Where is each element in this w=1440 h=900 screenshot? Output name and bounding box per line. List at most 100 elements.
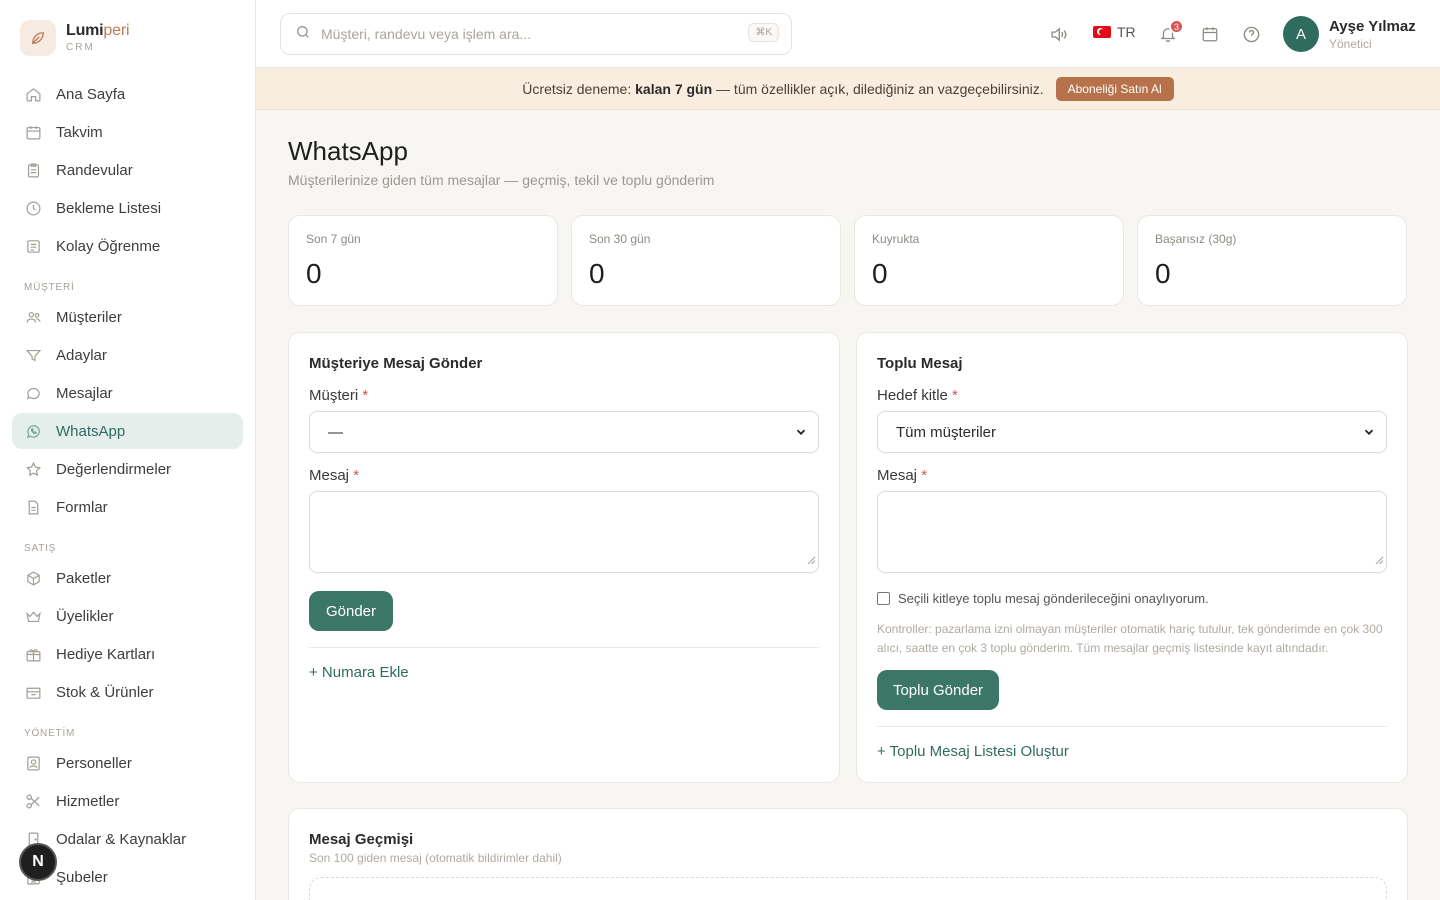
avatar[interactable]: A <box>1283 16 1319 52</box>
confirm-row[interactable]: Seçili kitleye toplu mesaj gönderileceği… <box>877 591 1209 606</box>
sidebar-item-personeller[interactable]: Personeller <box>12 745 243 781</box>
sidebar-item-bekleme-listesi[interactable]: Bekleme Listesi <box>12 190 243 226</box>
stat-value: 0 <box>589 258 605 289</box>
stat-label: Son 30 gün <box>589 232 651 246</box>
brand[interactable]: Lumiperi CRM <box>20 20 130 56</box>
stat-card-30-days: Son 30 gün 0 <box>571 215 841 306</box>
section-label-satis: SATIŞ <box>24 543 57 554</box>
chevron-down-icon <box>794 425 808 443</box>
sidebar-item-label: Şubeler <box>56 868 108 886</box>
sidebar-item-label: Paketler <box>56 569 112 587</box>
bulk-send-button[interactable]: Toplu Gönder <box>877 670 999 710</box>
history-subtitle: Son 100 giden mesaj (otomatik bildirimle… <box>309 851 562 865</box>
sidebar-item-label: Odalar & Kaynaklar <box>56 830 187 848</box>
sidebar-item-hediye-kartlari[interactable]: Hediye Kartları <box>12 636 243 672</box>
confirm-checkbox[interactable] <box>877 592 890 605</box>
sidebar-item-paketler[interactable]: Paketler <box>12 560 243 596</box>
speaker-icon[interactable] <box>1048 24 1068 44</box>
create-bulk-list-link[interactable]: + Toplu Mesaj Listesi Oluştur <box>877 743 1069 760</box>
sidebar-item-randevular[interactable]: Randevular <box>12 152 243 188</box>
bulk-message-textarea[interactable] <box>877 491 1387 573</box>
stat-label: Başarısız (30g) <box>1155 232 1237 246</box>
document-icon <box>24 498 42 516</box>
divider <box>309 647 819 648</box>
search-input[interactable] <box>321 26 741 42</box>
search-box[interactable]: ⌘K <box>280 13 792 55</box>
resize-grip-icon[interactable] <box>807 552 816 570</box>
audience-select[interactable]: Tüm müşteriler <box>877 411 1387 453</box>
sidebar-item-whatsapp[interactable]: WhatsApp <box>12 413 243 449</box>
stat-label: Kuyrukta <box>872 232 920 246</box>
gift-card-icon <box>24 645 42 663</box>
calendar-icon <box>24 123 42 141</box>
buy-subscription-button[interactable]: Aboneliği Satın Al <box>1055 76 1174 101</box>
stat-card-queued: Kuyrukta 0 <box>854 215 1124 306</box>
box-icon <box>24 683 42 701</box>
resize-grip-icon[interactable] <box>1375 552 1384 570</box>
sidebar-item-formlar[interactable]: Formlar <box>12 489 243 525</box>
sidebar-item-label: Üyelikler <box>56 607 114 625</box>
users-icon <box>24 308 42 326</box>
sidebar-item-label: Mesajlar <box>56 384 113 402</box>
divider <box>877 726 1387 727</box>
customer-select[interactable]: — <box>309 411 819 453</box>
message-field-label: Mesaj * <box>309 467 360 484</box>
home-icon <box>24 85 42 103</box>
sidebar-item-label: Personeller <box>56 754 132 772</box>
crown-icon <box>24 607 42 625</box>
section-label-musteri: MÜŞTERİ <box>24 282 75 293</box>
stat-value: 0 <box>1155 258 1171 289</box>
user-name[interactable]: Ayşe Yılmaz <box>1329 18 1416 35</box>
sidebar-item-uyelikler[interactable]: Üyelikler <box>12 598 243 634</box>
audience-select-value: Tüm müşteriler <box>896 423 997 441</box>
sidebar-item-ana-sayfa[interactable]: Ana Sayfa <box>12 76 243 112</box>
sidebar-item-label: Müşteriler <box>56 308 122 326</box>
send-button[interactable]: Gönder <box>309 591 393 631</box>
bell-icon[interactable]: 3 <box>1158 19 1184 44</box>
stat-value: 0 <box>872 258 888 289</box>
sidebar-item-label: Randevular <box>56 161 133 179</box>
sidebar-item-label: Değerlendirmeler <box>56 460 172 478</box>
brand-sub: CRM <box>66 42 95 53</box>
audience-field-label: Hedef kitle * <box>877 387 958 404</box>
confirm-label: Seçili kitleye toplu mesaj gönderileceği… <box>898 591 1209 606</box>
star-icon <box>24 460 42 478</box>
sidebar-item-stok-urunler[interactable]: Stok & Ürünler <box>12 674 243 710</box>
floating-n-badge[interactable]: N <box>19 843 57 881</box>
calendar-icon[interactable] <box>1200 24 1220 44</box>
clock-icon <box>24 199 42 217</box>
bulk-note: Kontroller: pazarlama izni olmayan müşte… <box>877 622 1383 655</box>
stat-card-7-days: Son 7 gün 0 <box>288 215 558 306</box>
leaf-logo-icon <box>20 20 56 56</box>
sidebar-item-adaylar[interactable]: Adaylar <box>12 337 243 373</box>
sidebar-item-mesajlar[interactable]: Mesajlar <box>12 375 243 411</box>
topbar: ⌘K TR 3 A Ayşe Yılmaz Yönetici <box>256 0 1440 68</box>
message-textarea[interactable] <box>309 491 819 573</box>
sidebar-item-kolay-ogrenme[interactable]: Kolay Öğrenme <box>12 228 243 264</box>
language-selector[interactable]: TR <box>1093 24 1136 40</box>
language-code: TR <box>1117 24 1136 40</box>
sidebar-item-label: Formlar <box>56 498 108 516</box>
trial-banner: Ücretsiz deneme: kalan 7 gün — tüm özell… <box>256 68 1440 110</box>
notification-count: 3 <box>1169 19 1184 34</box>
brand-name: Lumiperi <box>66 22 130 39</box>
sidebar-item-degerlendirmeler[interactable]: Değerlendirmeler <box>12 451 243 487</box>
sidebar-item-label: Kolay Öğrenme <box>56 237 161 255</box>
sidebar-item-takvim[interactable]: Takvim <box>12 114 243 150</box>
help-icon[interactable] <box>1241 24 1261 44</box>
history-list <box>309 877 1387 900</box>
sidebar-item-musteriler[interactable]: Müşteriler <box>12 299 243 335</box>
package-icon <box>24 569 42 587</box>
filter-icon <box>24 346 42 364</box>
card-title: Mesaj Geçmişi <box>309 831 414 848</box>
sidebar-item-hizmetler[interactable]: Hizmetler <box>12 783 243 819</box>
sidebar-item-label: Takvim <box>56 123 103 141</box>
message-history-card: Mesaj Geçmişi Son 100 giden mesaj (otoma… <box>288 808 1408 900</box>
sidebar: Lumiperi CRM Ana Sayfa Takvim Randevular… <box>0 0 256 900</box>
add-number-link[interactable]: + Numara Ekle <box>309 664 409 681</box>
bulk-message-field-label: Mesaj * <box>877 467 928 484</box>
sidebar-item-label: WhatsApp <box>56 422 126 440</box>
stat-label: Son 7 gün <box>306 232 361 246</box>
turkey-flag-icon <box>1093 26 1111 38</box>
search-shortcut: ⌘K <box>748 23 779 42</box>
